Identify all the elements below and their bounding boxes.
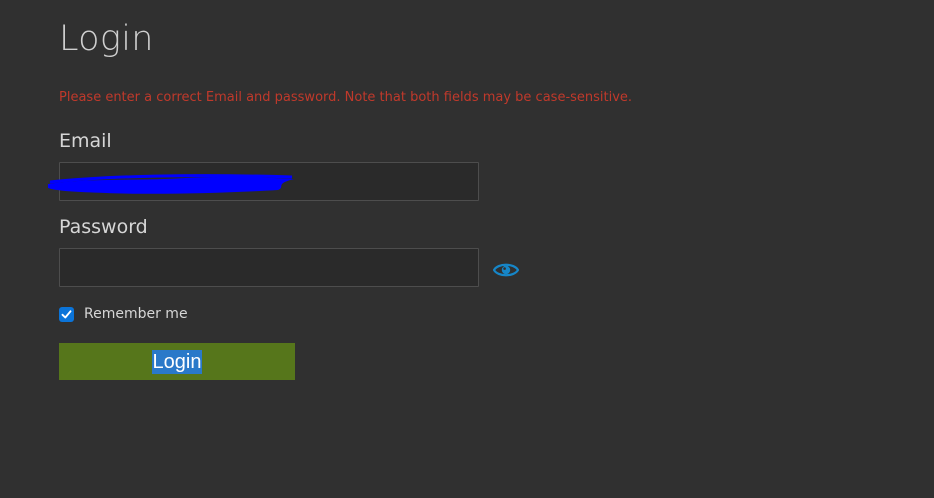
page-title: Login	[59, 19, 154, 59]
remember-me-label: Remember me	[84, 306, 188, 322]
remember-me-row: Remember me	[59, 305, 188, 323]
password-label: Password	[59, 216, 148, 238]
eye-icon[interactable]	[493, 260, 519, 280]
email-label: Email	[59, 130, 112, 152]
login-button-label: Login	[151, 349, 203, 374]
remember-me-checkbox[interactable]	[59, 306, 74, 322]
email-field[interactable]	[59, 162, 479, 201]
checkmark-icon	[61, 309, 72, 318]
login-button[interactable]: Login	[59, 343, 295, 380]
password-field[interactable]	[59, 248, 479, 287]
error-message: Please enter a correct Email and passwor…	[59, 90, 633, 105]
